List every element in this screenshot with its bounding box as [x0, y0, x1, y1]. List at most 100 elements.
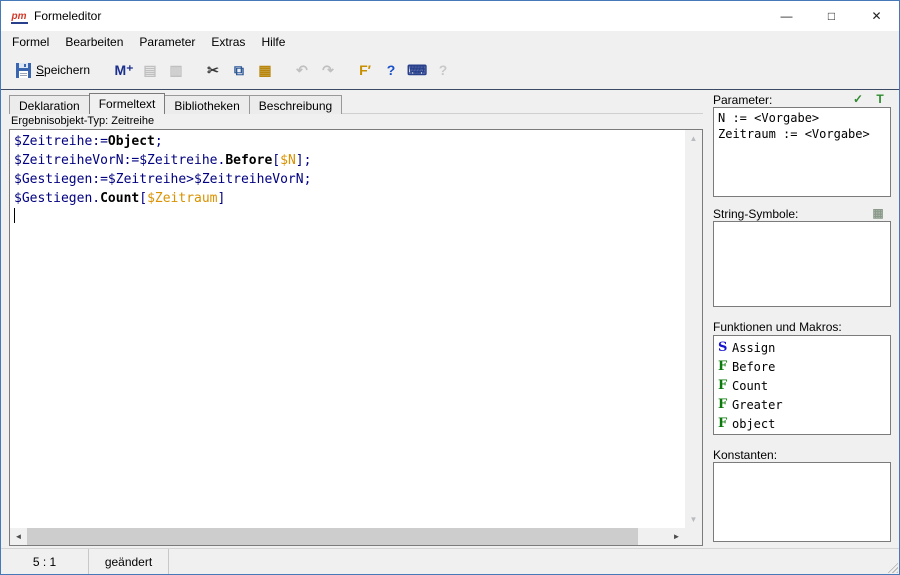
scroll-right-button[interactable]: ►	[668, 528, 685, 545]
code-segment: [	[139, 191, 147, 206]
parameter-list[interactable]: N := <Vorgabe>Zeitraum := <Vorgabe>	[713, 107, 891, 197]
window-title: Formeleditor	[34, 9, 101, 23]
code-segment: ;	[155, 134, 163, 149]
editor-vscrollbar[interactable]: ▲ ▼	[685, 130, 702, 528]
title-bar: pm Formeleditor — □ ✕	[1, 1, 899, 31]
function-kind-letter: S	[718, 340, 732, 355]
app-icon: pm	[9, 8, 29, 24]
copy-icon[interactable]: ⧉	[227, 59, 251, 81]
code-segment: Count	[100, 191, 139, 206]
parameter-header-icons: ✓T	[849, 91, 889, 106]
function-kind-letter: F	[718, 416, 732, 431]
string-symbols-header-icons: ▦	[869, 205, 887, 220]
save-button[interactable]: Speichern	[9, 60, 97, 81]
menu-item-formel[interactable]: Formel	[4, 32, 57, 52]
menu-item-extras[interactable]: Extras	[203, 32, 253, 52]
function-name: Greater	[732, 398, 783, 412]
redo-icon: ↷	[316, 59, 340, 81]
hscroll-thumb[interactable]	[27, 528, 638, 545]
code-segment: Object	[108, 134, 155, 149]
save-button-label: Speichern	[36, 63, 90, 77]
formula-test-icon[interactable]: F′	[353, 59, 377, 81]
result-type-label: Ergebnisobjekt-Typ: Zeitreihe	[11, 115, 154, 127]
constants-label: Konstanten:	[713, 448, 777, 462]
paste-icon[interactable]: ▦	[253, 59, 277, 81]
formeleditor-window: { "window": { "title": "Formeleditor", "…	[0, 0, 900, 575]
code-segment: $N	[280, 153, 296, 168]
modified-status: geändert	[89, 549, 169, 574]
insert-string-symbol-icon[interactable]: ▦	[869, 205, 887, 220]
code-line: $Zeitreihe:=Object;	[14, 132, 681, 151]
code-segment: $Gestiegen:=$Zeitreihe>$ZeitreiheVorN;	[14, 172, 311, 187]
code-line: $ZeitreiheVorN:=$Zeitreihe.Before[$N];	[14, 151, 681, 170]
function-name: object	[732, 417, 775, 431]
function-item[interactable]: FCount	[714, 376, 890, 395]
parameter-label: Parameter:	[713, 93, 772, 107]
window-controls: — □ ✕	[764, 1, 899, 31]
scroll-left-button[interactable]: ◄	[10, 528, 27, 545]
scroll-up-button[interactable]: ▲	[685, 130, 702, 147]
code-line: $Gestiegen:=$Zeitreihe>$ZeitreiheVorN;	[14, 170, 681, 189]
code-segment: [	[272, 153, 280, 168]
menu-item-bearbeiten[interactable]: Bearbeiten	[57, 32, 131, 52]
load-formula-icon: ▤	[138, 59, 162, 81]
save-icon	[16, 63, 31, 78]
function-name: Before	[732, 360, 775, 374]
tab-formeltext[interactable]: Formeltext	[89, 93, 166, 114]
code-segment: $Zeitraum	[147, 191, 217, 206]
constants-list[interactable]	[713, 462, 891, 542]
cursor-position: 5 : 1	[1, 549, 89, 574]
code-segment: Before	[225, 153, 272, 168]
tab-strip: DeklarationFormeltextBibliothekenBeschre…	[9, 93, 341, 114]
toolbar: Speichern M⁺▤▥✂⧉▦↶↷F′?⌨?	[1, 52, 899, 88]
insert-value-parameter-icon[interactable]: ✓	[849, 91, 867, 106]
string-symbol-list[interactable]	[713, 221, 891, 307]
menu-item-hilfe[interactable]: Hilfe	[253, 32, 293, 52]
tab-beschreibung[interactable]: Beschreibung	[249, 95, 342, 114]
editor-hscrollbar[interactable]: ◄ ►	[10, 528, 685, 545]
parameter-item[interactable]: Zeitraum := <Vorgabe>	[714, 126, 890, 142]
scroll-down-button[interactable]: ▼	[685, 511, 702, 528]
code-segment: ];	[296, 153, 312, 168]
check-formula-icon[interactable]: M⁺	[112, 59, 136, 81]
function-kind-letter: F	[718, 397, 732, 412]
status-bar: 5 : 1 geändert	[1, 548, 899, 574]
code-segment: $Zeitreihe:=	[14, 134, 108, 149]
code-segment: $Gestiegen.	[14, 191, 100, 206]
toolbar-separator	[1, 89, 899, 90]
tab-bibliotheken[interactable]: Bibliotheken	[164, 95, 249, 114]
maximize-button[interactable]: □	[809, 1, 854, 31]
string-symbols-label: String-Symbole:	[713, 207, 798, 221]
symbol-keyboard-icon[interactable]: ⌨	[405, 59, 429, 81]
help-topics-icon[interactable]: ?	[379, 59, 403, 81]
text-caret	[14, 208, 15, 223]
code-segment: ]	[218, 191, 226, 206]
cut-icon[interactable]: ✂	[201, 59, 225, 81]
function-list[interactable]: SAssignFBeforeFCountFGreaterFobject	[713, 335, 891, 435]
insert-text-parameter-icon[interactable]: T	[871, 91, 889, 106]
status-fill	[169, 549, 899, 574]
app-icon-text: pm	[11, 11, 28, 24]
menu-item-parameter[interactable]: Parameter	[131, 32, 203, 52]
toolbar-icons: M⁺▤▥✂⧉▦↶↷F′?⌨?	[111, 59, 456, 81]
functions-label: Funktionen und Makros:	[713, 320, 842, 334]
function-item[interactable]: SAssign	[714, 338, 890, 357]
tab-deklaration[interactable]: Deklaration	[9, 95, 90, 114]
menu-bar: FormelBearbeitenParameterExtrasHilfe	[1, 31, 899, 52]
close-button[interactable]: ✕	[854, 1, 899, 31]
undo-icon: ↶	[290, 59, 314, 81]
code-segment: $ZeitreiheVorN:=$Zeitreihe.	[14, 153, 225, 168]
function-name: Count	[732, 379, 768, 393]
code-area[interactable]: $Zeitreihe:=Object;$ZeitreiheVorN:=$Zeit…	[10, 130, 685, 528]
help-icon: ?	[431, 59, 455, 81]
formula-editor: $Zeitreihe:=Object;$ZeitreiheVorN:=$Zeit…	[9, 129, 703, 546]
function-item[interactable]: FGreater	[714, 395, 890, 414]
code-line: $Gestiegen.Count[$Zeitraum]	[14, 189, 681, 208]
function-kind-letter: F	[718, 359, 732, 374]
parameter-item[interactable]: N := <Vorgabe>	[714, 110, 890, 126]
function-item[interactable]: FBefore	[714, 357, 890, 376]
minimize-button[interactable]: —	[764, 1, 809, 31]
scrollbar-corner	[685, 528, 702, 545]
function-item[interactable]: Fobject	[714, 414, 890, 433]
function-name: Assign	[732, 341, 775, 355]
